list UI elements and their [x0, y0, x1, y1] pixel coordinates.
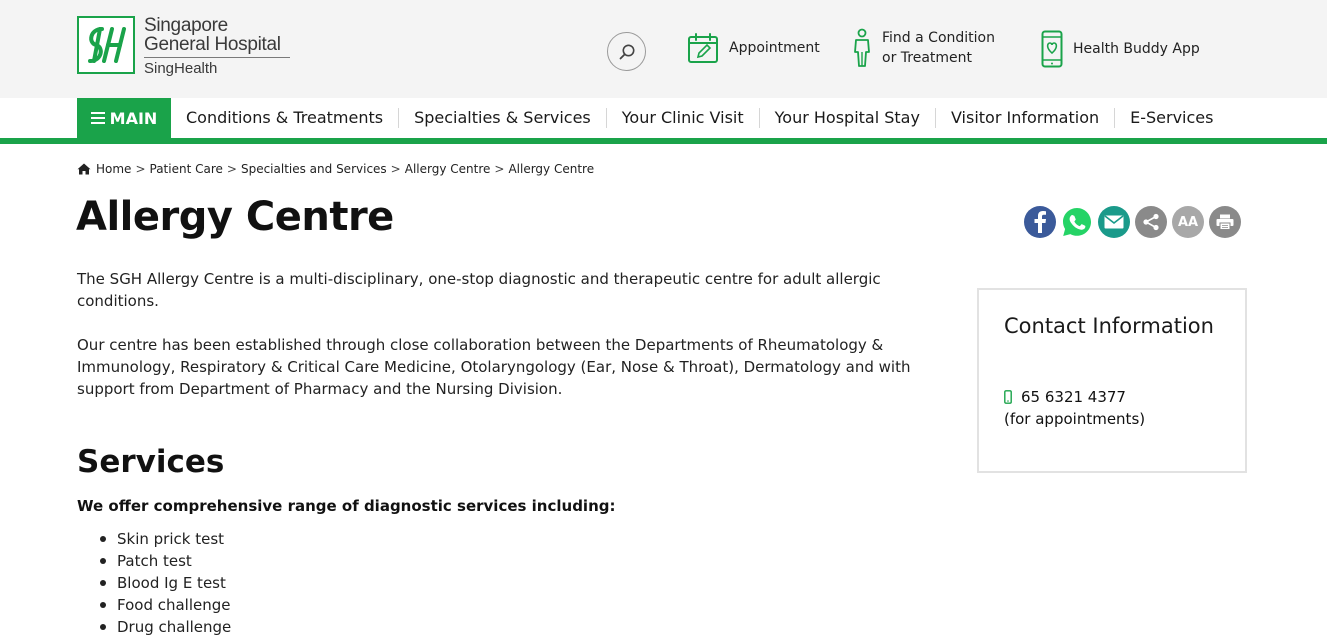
facebook-share-button[interactable]: [1024, 206, 1056, 238]
share-toolbar: AA: [1024, 206, 1246, 238]
contact-title: Contact Information: [1004, 314, 1214, 338]
breadcrumb-separator: >: [135, 162, 146, 176]
nav-items: Conditions & Treatments Specialties & Se…: [171, 98, 1228, 138]
collaboration-paragraph: Our centre has been established through …: [77, 336, 911, 398]
contact-phone-note: (for appointments): [1004, 410, 1146, 428]
logo-text-line2: General Hospital: [144, 34, 281, 55]
health-buddy-link[interactable]: Health Buddy App: [1041, 30, 1200, 68]
list-item: Skin prick test: [99, 528, 231, 550]
main-menu-button[interactable]: MAIN: [77, 98, 171, 138]
find-condition-label: Find a Condition or Treatment: [882, 28, 995, 68]
find-condition-label-line2: or Treatment: [882, 50, 973, 66]
find-condition-label-line1: Find a Condition: [882, 30, 995, 46]
whatsapp-icon: [1063, 208, 1091, 236]
phone-heart-icon: [1041, 30, 1063, 68]
nav-item-visitor-information[interactable]: Visitor Information: [934, 108, 1114, 128]
sgh-logo[interactable]: Singapore General Hospital SingHealth: [77, 16, 297, 78]
find-condition-link[interactable]: Find a Condition or Treatment: [851, 28, 995, 68]
nav-item-clinic-visit[interactable]: Your Clinic Visit: [605, 108, 759, 128]
logo-divider: [144, 57, 290, 58]
contact-phone[interactable]: 65 6321 4377: [1004, 388, 1126, 406]
services-heading: Services: [77, 444, 225, 480]
list-item: Patch test: [99, 550, 231, 572]
search-icon: [619, 44, 634, 59]
main-menu-label: MAIN: [109, 108, 158, 128]
appointment-label: Appointment: [729, 40, 820, 56]
nav-item-hospital-stay[interactable]: Your Hospital Stay: [758, 108, 935, 128]
page-title: Allergy Centre: [76, 194, 394, 240]
share-button[interactable]: [1135, 206, 1167, 238]
person-icon: [854, 28, 870, 67]
home-icon[interactable]: [77, 163, 91, 175]
breadcrumb: Home > Patient Care > Specialties and Se…: [77, 162, 594, 176]
intro-paragraph: The SGH Allergy Centre is a multi-discip…: [77, 270, 881, 310]
font-size-icon: AA: [1177, 214, 1199, 230]
nav-item-e-services[interactable]: E-Services: [1114, 108, 1228, 128]
list-item: Drug challenge: [99, 618, 232, 636]
breadcrumb-patient-care[interactable]: Patient Care: [150, 162, 223, 176]
share-icon: [1143, 213, 1159, 231]
services-list: Skin prick test Patch test Blood Ig E te…: [99, 528, 232, 638]
breadcrumb-home[interactable]: Home: [96, 162, 131, 176]
email-icon: [1104, 215, 1124, 229]
contact-phone-number: 65 6321 4377: [1021, 388, 1126, 406]
search-button[interactable]: [607, 32, 646, 71]
breadcrumb-separator: >: [494, 162, 505, 176]
services-intro: We offer comprehensive range of diagnost…: [77, 497, 616, 515]
logo-text-line1: Singapore: [144, 15, 228, 36]
main-navigation: MAIN Conditions & Treatments Specialties…: [0, 98, 1327, 144]
logo-text-line3: SingHealth: [144, 60, 218, 77]
whatsapp-share-button[interactable]: [1061, 206, 1093, 238]
calendar-edit-icon: [688, 33, 718, 63]
intro-content: The SGH Allergy Centre is a multi-discip…: [77, 268, 917, 400]
mobile-phone-icon: [1004, 390, 1012, 404]
nav-item-specialties-services[interactable]: Specialties & Services: [398, 108, 606, 128]
health-buddy-label: Health Buddy App: [1073, 41, 1200, 57]
sgh-logo-mark-icon: [77, 16, 135, 74]
breadcrumb-specialties[interactable]: Specialties and Services: [241, 162, 387, 176]
site-header: Singapore General Hospital SingHealth Ap…: [0, 0, 1327, 98]
print-button[interactable]: [1209, 206, 1241, 238]
breadcrumb-separator: >: [390, 162, 401, 176]
list-item: Food challenge: [99, 596, 231, 614]
breadcrumb-allergy-centre[interactable]: Allergy Centre: [405, 162, 491, 176]
nav-item-conditions-treatments[interactable]: Conditions & Treatments: [171, 108, 398, 128]
contact-information-box: Contact Information 65 6321 4377 (for ap…: [977, 288, 1247, 473]
breadcrumb-separator: >: [226, 162, 237, 176]
appointment-link[interactable]: Appointment: [687, 32, 820, 64]
print-icon: [1216, 214, 1234, 230]
facebook-icon: [1034, 211, 1046, 233]
hamburger-icon: [90, 109, 105, 127]
breadcrumb-current: Allergy Centre: [508, 162, 595, 176]
email-share-button[interactable]: [1098, 206, 1130, 238]
list-item: Blood Ig E test: [99, 572, 231, 594]
font-size-button[interactable]: AA: [1172, 206, 1204, 238]
